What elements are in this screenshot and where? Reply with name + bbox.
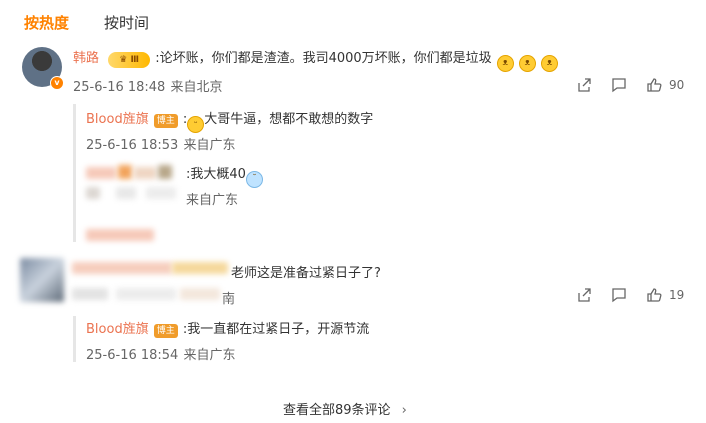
reply-meta: 25-6-16 18:54 来自广东 (86, 344, 235, 363)
reply-time: 25-6-16 18:54 (86, 348, 179, 363)
reply-text: 大哥牛逼，想都不敢想的数字 (204, 112, 374, 127)
reply-location: 来自广东 (183, 348, 236, 363)
comment-meta: 25-6-16 18:48 来自北京 (73, 76, 222, 95)
reply-meta: 25-6-16 18:53 来自广东 (86, 134, 235, 153)
comment-text: 老师这是准备过紧日子了? (231, 266, 381, 281)
comment-text: :论坏账，你们都是渣渣。我司4000万坏账，你们都是垃圾 (155, 51, 492, 66)
comment-icon[interactable] (611, 287, 627, 303)
reply-divider (73, 104, 76, 242)
chevron-right-icon: › (401, 403, 407, 418)
reply-line: :我大概40 ˘ (186, 163, 263, 188)
comment-1-line: 韩路 ♛ Ⅲ :论坏账，你们都是渣渣。我司4000万坏账，你们都是垃圾 ᴥ ᴥ … (73, 47, 558, 72)
reply-text: :我大概40 (186, 167, 246, 182)
blurred-author (20, 258, 230, 304)
reply-author[interactable]: Blood旌旗 (86, 112, 149, 127)
tab-hot[interactable]: 按热度 (24, 12, 69, 33)
vip-level: Ⅲ (130, 55, 139, 65)
tab-time[interactable]: 按时间 (104, 12, 149, 33)
verified-badge-icon: v (50, 76, 64, 90)
like-icon[interactable] (646, 287, 662, 303)
comment-author[interactable]: 韩路 (73, 51, 99, 66)
view-all-comments-link[interactable]: 查看全部89条评论 › (283, 399, 407, 418)
share-icon[interactable] (576, 287, 592, 303)
reply-location: 来自广东 (186, 193, 239, 208)
cat-face-icon: ᴥ (540, 55, 558, 72)
comment-location: 来自北京 (170, 80, 223, 95)
reply-line: Blood旌旗 博主 : ᵕ 大哥牛逼，想都不敢想的数字 (86, 108, 373, 133)
like-count: 90 (669, 78, 685, 92)
reply-location: 来自广东 (183, 138, 236, 153)
share-icon[interactable] (576, 77, 592, 93)
laughing-face-icon: ᵕ (187, 116, 205, 133)
comment-icon[interactable] (611, 77, 627, 93)
vip-badge[interactable]: ♛ Ⅲ (108, 52, 151, 68)
author-badge: 博主 (153, 114, 178, 128)
reply-divider (73, 316, 76, 362)
view-all-label: 查看全部89条评论 (283, 403, 391, 418)
comment-location-partial: 南 (222, 292, 236, 307)
blurred-author (86, 165, 181, 247)
reply-author[interactable]: Blood旌旗 (86, 322, 149, 337)
reply-text: :我一直都在过紧日子，开源节流 (182, 322, 370, 337)
reply-line: Blood旌旗 博主 :我一直都在过紧日子，开源节流 (86, 318, 369, 338)
cat-face-icon: ᴥ (496, 55, 514, 72)
reply-time: 25-6-16 18:53 (86, 138, 179, 153)
cold-sweat-face-icon: ˘ (245, 171, 263, 188)
comment-time: 25-6-16 18:48 (73, 80, 166, 95)
author-badge: 博主 (153, 324, 178, 338)
cat-face-icon: ᴥ (518, 55, 536, 72)
like-count: 19 (669, 288, 685, 302)
like-icon[interactable] (646, 77, 662, 93)
